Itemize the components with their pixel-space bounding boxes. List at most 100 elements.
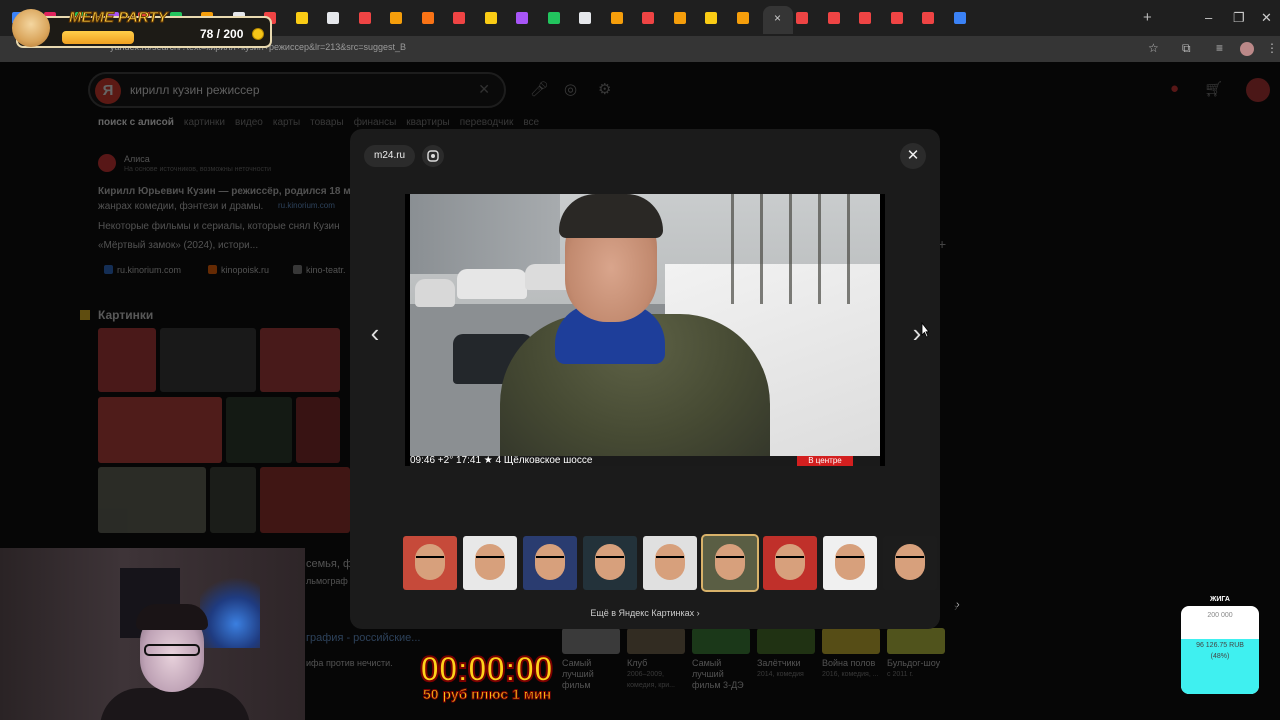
tab-realty[interactable]: квартиры <box>406 117 449 128</box>
source-link-kinorium[interactable]: ru.kinorium.com <box>104 265 181 275</box>
images-section-title[interactable]: Картинки <box>80 308 153 322</box>
camera-search-icon[interactable]: ◎ <box>564 80 577 98</box>
image-thumbnail[interactable] <box>98 397 222 463</box>
tab-translator[interactable]: переводчик <box>460 117 514 128</box>
tab-favicon-icon[interactable] <box>922 12 934 24</box>
film-poster[interactable] <box>757 628 815 654</box>
tab-favicon-icon[interactable] <box>579 12 591 24</box>
tab-favicon-icon[interactable] <box>453 12 465 24</box>
film-card[interactable]: Бульдог-шоу с 2011 г. <box>887 658 945 680</box>
clear-search-icon[interactable]: ✕ <box>478 81 490 98</box>
tab-favicon-icon[interactable] <box>516 12 528 24</box>
minimize-button[interactable]: – <box>1205 10 1212 25</box>
similar-image-thumbnail[interactable] <box>523 536 577 590</box>
film-card[interactable]: Самый лучший фильм 3-ДЭ <box>692 658 750 691</box>
search-input[interactable]: кирилл кузин режиссер <box>130 83 260 97</box>
tab-favicon-icon[interactable] <box>890 12 903 24</box>
close-modal-button[interactable]: ✕ <box>900 143 926 169</box>
film-poster[interactable] <box>627 628 685 654</box>
main-photo[interactable]: 09:46 +2° 17:41 ★ 4 Щёлковское шоссе В ц… <box>405 194 885 466</box>
tab-maps[interactable]: карты <box>273 117 300 128</box>
tab-favicon-icon[interactable] <box>390 12 402 24</box>
tab-favicon-icon[interactable] <box>421 12 434 24</box>
image-thumbnail[interactable] <box>98 467 206 533</box>
tab-images[interactable]: картинки <box>184 117 225 128</box>
film-poster[interactable] <box>887 628 945 654</box>
new-tab-button[interactable]: + <box>1143 9 1152 26</box>
tab-favicon-icon[interactable] <box>327 12 339 24</box>
yandex-logo-icon[interactable]: Я <box>95 78 121 104</box>
tab-favicon-icon[interactable] <box>673 12 686 24</box>
tab-alice-search[interactable]: поиск с алисой <box>98 117 174 128</box>
snippet-filmography: льмограф <box>306 576 348 586</box>
answer-source-link[interactable]: ru.kinorium.com <box>278 201 335 210</box>
image-thumbnail[interactable] <box>226 397 292 463</box>
tab-favicon-icon[interactable] <box>295 12 308 24</box>
photo-car <box>415 279 455 307</box>
browser-menu-icon[interactable]: ⋮ <box>1266 41 1278 55</box>
film-card[interactable]: Клуб 2006–2009, комедия, кри... <box>627 658 685 691</box>
similar-image-thumbnail[interactable] <box>403 536 457 590</box>
tab-favicon-icon[interactable] <box>610 12 623 24</box>
meme-party-title: MEME PARTY <box>69 9 169 27</box>
tab-favicon-icon[interactable] <box>736 12 749 24</box>
film-card[interactable]: Самый лучший фильм <box>562 658 620 691</box>
tab-favicon-icon[interactable] <box>358 12 371 24</box>
profile-avatar[interactable] <box>1240 42 1254 56</box>
tab-active[interactable]: × <box>763 6 793 34</box>
tab-favicon-icon[interactable] <box>547 12 560 24</box>
image-thumbnail[interactable] <box>210 467 256 533</box>
more-in-yandex-images-link[interactable]: Ещё в Яндекс Картинках › <box>350 608 940 618</box>
cart-icon[interactable]: 🛒︎ <box>1204 80 1223 98</box>
media-controls-icon[interactable]: ≡ <box>1216 41 1223 55</box>
search-box[interactable]: Я кирилл кузин режиссер ✕ <box>88 72 506 108</box>
tab-favicon-icon[interactable] <box>859 12 871 24</box>
tab-favicon-icon[interactable] <box>953 12 966 24</box>
similar-image-thumbnail[interactable] <box>583 536 637 590</box>
film-poster[interactable] <box>692 628 750 654</box>
microphone-icon[interactable]: 🎤︎ <box>530 80 549 98</box>
snippet-biography-link[interactable]: графия - российские... <box>306 632 420 644</box>
similar-image-thumbnail[interactable] <box>643 536 697 590</box>
maximize-button[interactable]: ❐ <box>1233 10 1245 26</box>
tab-goods[interactable]: товары <box>310 117 344 128</box>
similar-image-thumbnail[interactable] <box>463 536 517 590</box>
prev-image-icon[interactable]: ‹ <box>362 315 388 351</box>
user-avatar[interactable] <box>1246 78 1270 102</box>
source-link-kinoteatr[interactable]: kino-teatr. <box>293 265 346 275</box>
tab-video[interactable]: видео <box>235 117 263 128</box>
thumbnail-face <box>655 544 685 580</box>
film-poster[interactable] <box>822 628 880 654</box>
film-card[interactable]: Война полов 2016, комедия, ... <box>822 658 880 680</box>
image-thumbnail[interactable] <box>296 397 340 463</box>
lens-search-icon[interactable] <box>422 145 444 167</box>
film-poster[interactable] <box>562 628 620 654</box>
tab-favicon-icon[interactable] <box>827 12 840 24</box>
extensions-icon[interactable]: ⧉ <box>1182 41 1191 56</box>
strip-next-icon[interactable]: › <box>956 599 960 611</box>
bookmark-star-icon[interactable]: ☆ <box>1148 41 1159 55</box>
tab-favicon-icon[interactable] <box>796 12 808 24</box>
close-window-button[interactable]: ✕ <box>1261 10 1272 26</box>
tab-close-icon[interactable]: × <box>774 11 781 25</box>
filters-icon[interactable]: ⚙ <box>598 80 611 98</box>
tab-favicon-icon[interactable] <box>705 12 717 24</box>
notifications-icon[interactable]: ● <box>1170 80 1179 97</box>
similar-image-thumbnail[interactable] <box>823 536 877 590</box>
image-thumbnail[interactable] <box>160 328 256 392</box>
tab-all[interactable]: все <box>523 117 539 128</box>
source-link-kinopoisk[interactable]: kinopoisk.ru <box>208 265 269 275</box>
image-thumbnail[interactable] <box>98 328 156 392</box>
donation-raised-amount: 96 126.75 RUB <box>1196 642 1244 649</box>
similar-image-thumbnail-selected[interactable] <box>701 534 759 592</box>
image-thumbnail[interactable] <box>260 467 350 533</box>
similar-image-thumbnail[interactable] <box>883 536 937 590</box>
tab-favicon-icon[interactable] <box>484 12 497 24</box>
image-thumbnail[interactable] <box>260 328 340 392</box>
similar-image-thumbnail[interactable] <box>763 536 817 590</box>
film-card[interactable]: Залётчики 2014, комедия <box>757 658 815 680</box>
tab-favicon-icon[interactable] <box>642 12 654 24</box>
alice-icon <box>98 154 116 172</box>
tab-finance[interactable]: финансы <box>354 117 397 128</box>
image-source-chip[interactable]: m24.ru <box>364 145 416 167</box>
